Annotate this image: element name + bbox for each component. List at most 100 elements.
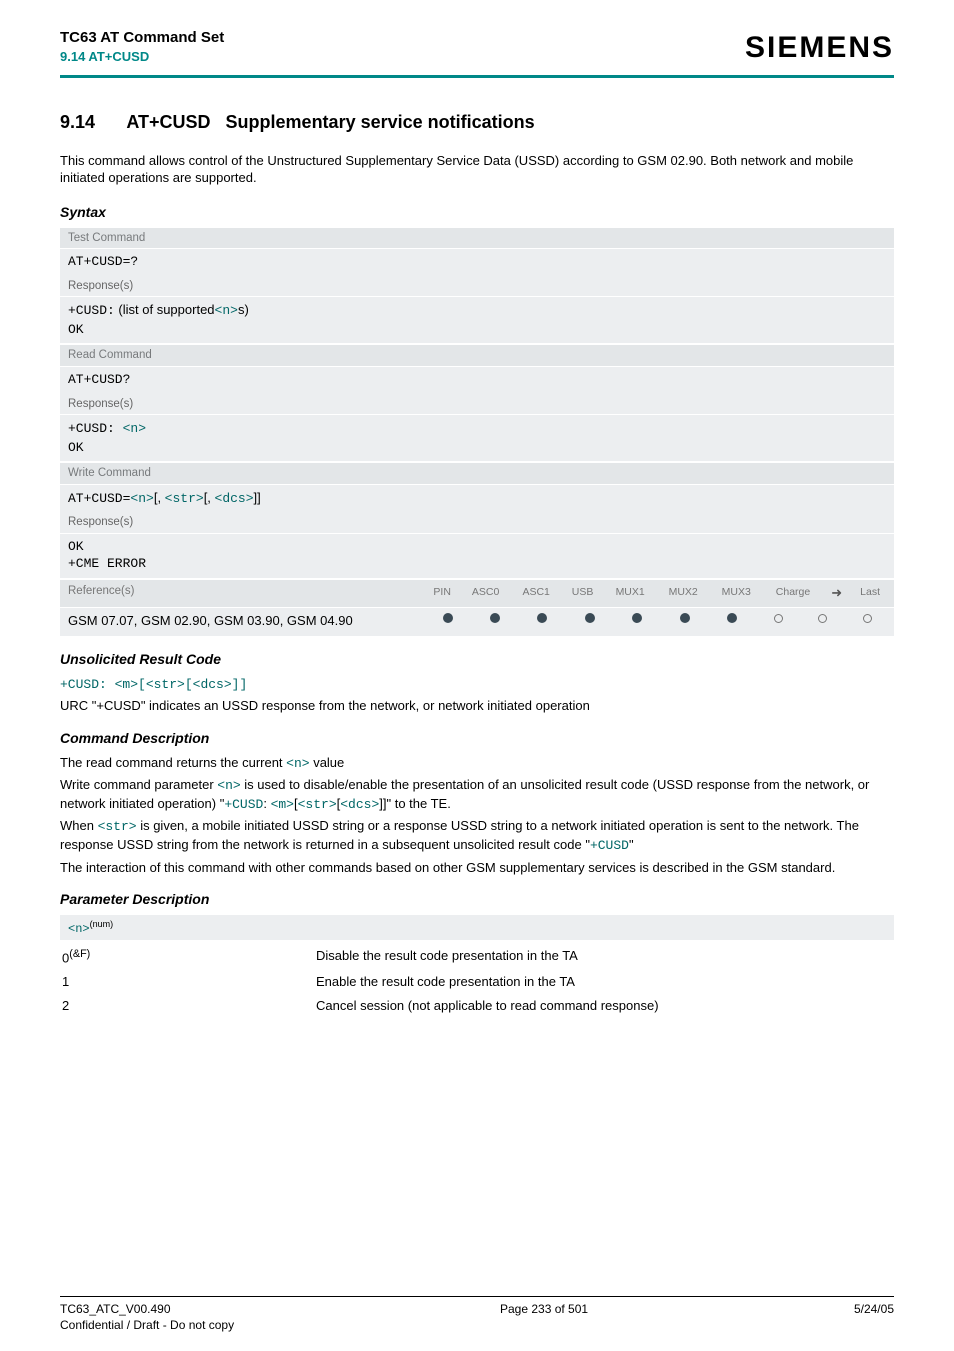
cap-col-pin: PIN	[424, 582, 460, 604]
cap-val	[845, 610, 890, 629]
cmd-desc-p4: The interaction of this command with oth…	[60, 859, 894, 877]
footer-confidential: Confidential / Draft - Do not copy	[60, 1318, 234, 1332]
page-header: TC63 AT Command Set 9.14 AT+CUSD SIEMENS	[60, 28, 894, 75]
dot-open-icon	[863, 614, 872, 623]
cap-col-asc1: ASC1	[511, 582, 562, 604]
param-row: 0(&F)Disable the result code presentatio…	[60, 944, 894, 970]
read-command: AT+CUSD?	[60, 367, 894, 394]
write-command: AT+CUSD=<n>[, <str>[, <dcs>]]	[60, 485, 894, 513]
footer-page: Page 233 of 501	[234, 1301, 854, 1333]
footer-date: 5/24/05	[854, 1301, 894, 1333]
param-dcs-link[interactable]: <dcs>	[215, 491, 254, 506]
section-number: 9.14	[60, 110, 122, 134]
param-n-link[interactable]: <n>	[286, 756, 309, 771]
cmd-desc-p2: Write command parameter <n> is used to d…	[60, 776, 894, 813]
cap-val	[661, 610, 708, 629]
param-m-link[interactable]: <m>	[271, 797, 294, 812]
read-command-label: Read Command	[60, 343, 894, 367]
param-n-name: <n>	[68, 922, 90, 936]
param-n-table: 0(&F)Disable the result code presentatio…	[60, 944, 894, 1017]
syntax-heading: Syntax	[60, 203, 894, 222]
cusd-link[interactable]: +CUSD	[224, 797, 263, 812]
cap-val	[800, 610, 845, 629]
reference-text: GSM 07.07, GSM 02.90, GSM 03.90, GSM 04.…	[60, 608, 420, 636]
header-left: TC63 AT Command Set 9.14 AT+CUSD	[60, 28, 224, 66]
param-str-link[interactable]: <str>	[298, 797, 337, 812]
urc-code: +CUSD: <m>[<str>[<dcs>]]	[60, 675, 894, 694]
urc-heading: Unsolicited Result Code	[60, 650, 894, 669]
capability-value-table	[424, 610, 890, 629]
cap-col-mux1: MUX1	[604, 582, 657, 604]
param-row: 1Enable the result code presentation in …	[60, 970, 894, 994]
param-desc: Cancel session (not applicable to read c…	[316, 994, 894, 1018]
footer-version: TC63_ATC_V00.490	[60, 1302, 171, 1316]
cmd-desc-p3: When <str> is given, a mobile initiated …	[60, 817, 894, 854]
cap-col-asc0: ASC0	[460, 582, 511, 604]
resp-prefix: +CUSD:	[68, 303, 115, 318]
reference-row-body: GSM 07.07, GSM 02.90, GSM 03.90, GSM 04.…	[60, 608, 894, 636]
cap-col-mux3: MUX3	[710, 582, 763, 604]
param-value: 1	[60, 970, 316, 994]
test-command-label: Test Command	[60, 228, 894, 250]
cap-val	[424, 610, 471, 629]
footer-left: TC63_ATC_V00.490 Confidential / Draft - …	[60, 1301, 234, 1333]
param-n-head: <n>(num)	[60, 915, 894, 940]
cap-val	[566, 610, 613, 629]
test-response-label: Response(s)	[60, 276, 894, 298]
header-section-ref: 9.14 AT+CUSD	[60, 48, 224, 66]
param-str-link[interactable]: <str>	[146, 677, 185, 692]
test-response: +CUSD: (list of supported<n>s) OK	[60, 297, 894, 343]
cap-val	[519, 610, 566, 629]
param-m-link[interactable]: <m>	[115, 677, 138, 692]
param-n-link[interactable]: <n>	[123, 421, 146, 436]
param-n-type: (num)	[90, 919, 114, 929]
param-value: 2	[60, 994, 316, 1018]
resp-prefix: +CUSD:	[68, 421, 123, 436]
urc-desc: URC "+CUSD" indicates an USSD response f…	[60, 697, 894, 715]
cap-val	[471, 610, 518, 629]
write-command-label: Write Command	[60, 461, 894, 485]
cusd-link[interactable]: +CUSD	[590, 838, 629, 853]
param-n-link[interactable]: <n>	[130, 491, 153, 506]
cap-col-➜: ➜	[823, 582, 850, 604]
param-row: 2Cancel session (not applicable to read …	[60, 994, 894, 1018]
test-command: AT+CUSD=?	[60, 249, 894, 276]
header-rule	[60, 75, 894, 78]
cmd-desc-heading: Command Description	[60, 729, 894, 748]
dot-solid-icon	[537, 613, 547, 623]
cap-val	[756, 610, 801, 629]
section-title: Supplementary service notifications	[226, 112, 535, 132]
cap-col-mux2: MUX2	[657, 582, 710, 604]
section-heading: 9.14 AT+CUSD Supplementary service notif…	[60, 110, 894, 134]
param-dcs-link[interactable]: <dcs>	[340, 797, 379, 812]
cme-error-text: +CME ERROR	[68, 556, 146, 571]
param-desc: Disable the result code presentation in …	[316, 944, 894, 970]
dot-solid-icon	[490, 613, 500, 623]
param-str-link[interactable]: <str>	[98, 819, 137, 834]
dot-open-icon	[774, 614, 783, 623]
cap-val	[708, 610, 755, 629]
dot-solid-icon	[632, 613, 642, 623]
param-n-box: <n>(num)	[60, 915, 894, 940]
read-response-label: Response(s)	[60, 394, 894, 416]
syntax-box: Test Command AT+CUSD=? Response(s) +CUSD…	[60, 228, 894, 636]
cap-col-last: Last	[850, 582, 890, 604]
cap-col-charge: Charge	[763, 582, 824, 604]
ok-text: OK	[68, 440, 84, 455]
param-n-link[interactable]: <n>	[217, 778, 240, 793]
capability-header-table: PINASC0ASC1USBMUX1MUX2MUX3Charge➜Last	[424, 582, 890, 604]
param-n-link[interactable]: <n>	[215, 303, 238, 318]
cmd-desc-p1: The read command returns the current <n>…	[60, 754, 894, 773]
cap-col-usb: USB	[561, 582, 603, 604]
dot-solid-icon	[443, 613, 453, 623]
write-response-label: Response(s)	[60, 512, 894, 534]
param-str-link[interactable]: <str>	[165, 491, 204, 506]
dot-solid-icon	[727, 613, 737, 623]
param-desc-heading: Parameter Description	[60, 890, 894, 909]
siemens-logo: SIEMENS	[745, 28, 894, 69]
dot-solid-icon	[680, 613, 690, 623]
reference-row-head: Reference(s) PINASC0ASC1USBMUX1MUX2MUX3C…	[60, 578, 894, 609]
param-value: 0(&F)	[60, 944, 316, 970]
param-dcs-link[interactable]: <dcs>	[193, 677, 232, 692]
dot-open-icon	[818, 614, 827, 623]
